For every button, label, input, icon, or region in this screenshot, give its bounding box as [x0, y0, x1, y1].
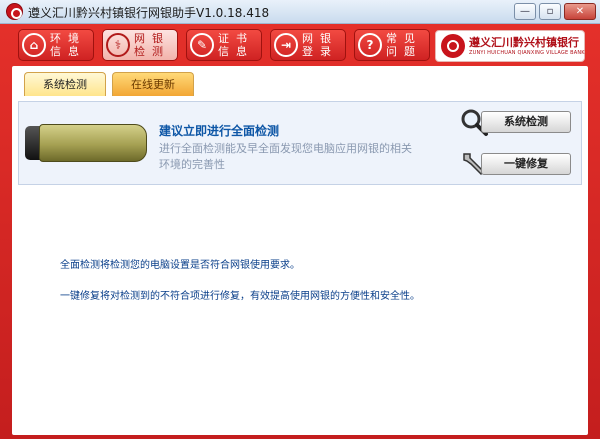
nav-label: 网银登录: [302, 32, 338, 58]
check-panel: 建议立即进行全面检测 进行全面检测能及早全面发现您电脑应用网银的相关环境的完善性…: [18, 101, 582, 185]
system-check-button[interactable]: 系统检测: [481, 111, 571, 133]
panel-description: 进行全面检测能及早全面发现您电脑应用网银的相关环境的完善性: [159, 142, 412, 171]
nav-certificate-info[interactable]: ✎ 证书信息: [186, 29, 262, 61]
content-area: 系统检测 在线更新 建议立即进行全面检测 进行全面检测能及早全面发现您电脑应用网…: [12, 66, 588, 435]
minimize-button[interactable]: —: [514, 3, 536, 20]
close-button[interactable]: ✕: [564, 3, 596, 20]
nav-label: 网银检测: [134, 32, 170, 58]
repair-info-text: 一键修复将对检测到的不符合项进行修复，有效提高使用网银的方便性和安全性。: [60, 291, 420, 302]
bank-logo-icon: [441, 34, 465, 58]
bank-name-cn: 遵义汇川黔兴村镇银行: [469, 36, 579, 49]
nav-label: 环境信息: [50, 32, 86, 58]
check-info-text: 全面检测将检测您的电脑设置是否符合网银使用要求。: [60, 260, 300, 271]
bank-name-en: ZUNYI HUICHUAN QIANXING VILLAGE BANK: [469, 50, 585, 56]
question-icon: ?: [358, 33, 382, 57]
nav-label: 证书信息: [218, 32, 254, 58]
nav-ebank-login[interactable]: ⇥ 网银登录: [270, 29, 346, 61]
stethoscope-icon: ⚕: [106, 33, 130, 57]
nav-ebank-check[interactable]: ⚕ 网银检测: [102, 29, 178, 61]
one-click-repair-button[interactable]: 一键修复: [481, 153, 571, 175]
panel-title: 建议立即进行全面检测: [159, 124, 280, 138]
home-icon: ⌂: [22, 33, 46, 57]
certificate-icon: ✎: [190, 33, 214, 57]
app-frame: ⌂ 环境信息 ⚕ 网银检测 ✎ 证书信息 ⇥ 网银登录 ? 常见问题 遵义汇川黔…: [0, 24, 600, 439]
nav-label: 常见问题: [386, 32, 422, 58]
title-bar: 遵义汇川黔兴村镇银行网银助手V1.0.18.418 — ▫ ✕: [0, 0, 600, 24]
restore-button[interactable]: ▫: [539, 3, 561, 20]
login-icon: ⇥: [274, 33, 298, 57]
nav-environment-info[interactable]: ⌂ 环境信息: [18, 29, 94, 61]
tab-online-update[interactable]: 在线更新: [112, 72, 194, 96]
usb-key-image: [25, 122, 149, 164]
bank-logo: 遵义汇川黔兴村镇银行 ZUNYI HUICHUAN QIANXING VILLA…: [435, 30, 585, 62]
main-nav: ⌂ 环境信息 ⚕ 网银检测 ✎ 证书信息 ⇥ 网银登录 ? 常见问题 遵义汇川黔…: [0, 24, 600, 66]
app-logo-icon: [6, 3, 23, 20]
tab-system-check[interactable]: 系统检测: [24, 72, 106, 96]
window-title: 遵义汇川黔兴村镇银行网银助手V1.0.18.418: [28, 6, 270, 20]
nav-faq[interactable]: ? 常见问题: [354, 29, 430, 61]
